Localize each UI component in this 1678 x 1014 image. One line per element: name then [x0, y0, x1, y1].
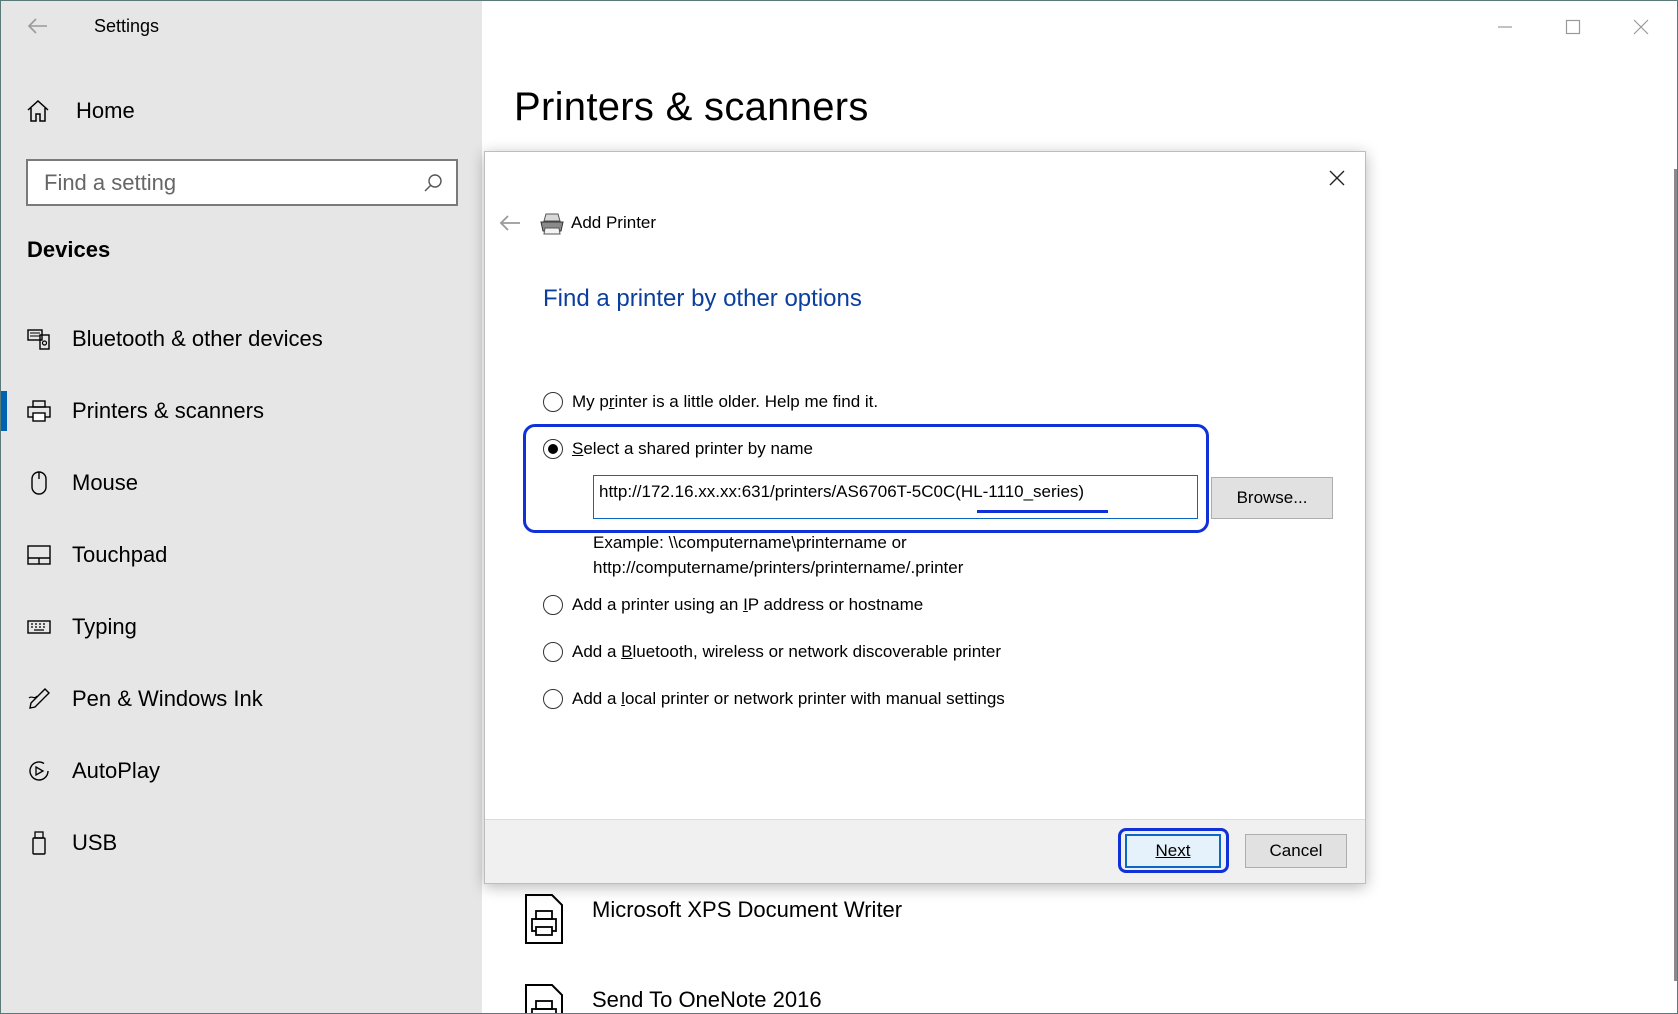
sidebar: Settings Home Devices Bluetooth & other …	[1, 1, 482, 1013]
option-label: My printer is a little older. Help me fi…	[572, 392, 879, 411]
underline-annotation	[977, 510, 1108, 513]
example-text: Example: \\computername\printername or h…	[593, 530, 963, 580]
radio-button-selected[interactable]	[543, 439, 563, 459]
usb-icon	[25, 829, 53, 857]
radio-button[interactable]	[543, 642, 563, 662]
next-label: Next	[1155, 841, 1191, 860]
touchpad-icon	[25, 541, 53, 569]
back-arrow-icon[interactable]	[25, 13, 51, 39]
bluetooth-devices-icon	[25, 325, 53, 353]
home-link[interactable]: Home	[25, 93, 135, 129]
option-local-printer[interactable]: Add a local printer or network printer w…	[543, 689, 1005, 709]
option-bluetooth-wireless[interactable]: Add a Bluetooth, wireless or network dis…	[543, 642, 1001, 662]
sidebar-item-autoplay[interactable]: AutoPlay	[1, 735, 482, 807]
add-printer-dialog: Add Printer Find a printer by other opti…	[484, 151, 1366, 884]
autoplay-icon	[25, 757, 53, 785]
section-heading: Devices	[27, 237, 111, 262]
sidebar-item-touchpad[interactable]: Touchpad	[1, 519, 482, 591]
search-icon[interactable]	[422, 172, 444, 194]
option-label: Add a local printer or network printer w…	[572, 689, 1005, 708]
printer-name: Send To OneNote 2016	[592, 987, 822, 1012]
dialog-back-button[interactable]	[495, 208, 525, 238]
sidebar-item-label: Bluetooth & other devices	[72, 326, 323, 351]
sidebar-nav: Bluetooth & other devices Printers & sca…	[1, 303, 482, 879]
example-line: Example: \\computername\printername or	[593, 533, 907, 552]
maximize-icon	[1565, 19, 1581, 35]
printer-document-icon	[525, 894, 563, 944]
keyboard-icon	[25, 613, 53, 641]
sidebar-item-label: AutoPlay	[72, 758, 161, 783]
radio-button[interactable]	[543, 595, 563, 615]
sidebar-item-mouse[interactable]: Mouse	[1, 447, 482, 519]
printer-icon	[25, 397, 53, 425]
sidebar-item-label: Typing	[72, 614, 137, 639]
search-input[interactable]	[44, 169, 422, 196]
title-bar: Settings	[1, 1, 482, 53]
sidebar-item-printers[interactable]: Printers & scanners	[1, 375, 482, 447]
maximize-button[interactable]	[1550, 9, 1596, 45]
close-icon	[1633, 19, 1649, 35]
printer-url-input[interactable]: http://172.16.xx.xx:631/printers/AS6706T…	[593, 475, 1198, 519]
printer-icon	[540, 213, 564, 235]
minimize-button[interactable]	[1482, 9, 1528, 45]
option-label: Select a shared printer by name	[572, 439, 813, 458]
home-icon	[27, 99, 49, 122]
example-line: http://computername/printers/printername…	[593, 558, 964, 577]
sidebar-item-typing[interactable]: Typing	[1, 591, 482, 663]
search-box[interactable]	[26, 159, 458, 206]
minimize-icon	[1498, 26, 1512, 28]
close-window-button[interactable]	[1618, 9, 1664, 45]
option-shared-printer[interactable]: Select a shared printer by name	[543, 439, 813, 459]
page-title: Printers & scanners	[514, 85, 869, 129]
dialog-title: Add Printer	[571, 213, 657, 232]
next-button[interactable]: Next	[1125, 834, 1221, 868]
sidebar-item-label: Mouse	[72, 470, 139, 495]
radio-button[interactable]	[543, 689, 563, 709]
scrollbar[interactable]	[1674, 169, 1677, 981]
printer-name: Microsoft XPS Document Writer	[592, 897, 903, 922]
option-label: Add a Bluetooth, wireless or network dis…	[572, 642, 1002, 661]
browse-button[interactable]: Browse...	[1211, 477, 1333, 519]
dialog-close-button[interactable]	[1319, 162, 1355, 194]
printer-list-item[interactable]: Send To OneNote 2016	[522, 983, 822, 1013]
sidebar-item-usb[interactable]: USB	[1, 807, 482, 879]
settings-window: Settings Home Devices Bluetooth & other …	[0, 0, 1678, 1014]
sidebar-item-label: Printers & scanners	[72, 398, 264, 423]
sidebar-item-label: USB	[72, 830, 118, 855]
option-older-printer[interactable]: My printer is a little older. Help me fi…	[543, 392, 878, 412]
back-arrow-icon	[499, 215, 520, 231]
sidebar-item-label: Pen & Windows Ink	[72, 686, 263, 711]
app-title: Settings	[94, 16, 160, 36]
sidebar-item-label: Touchpad	[72, 542, 168, 567]
sidebar-item-bluetooth[interactable]: Bluetooth & other devices	[1, 303, 482, 375]
dialog-footer: Next Cancel	[485, 819, 1365, 883]
mouse-icon	[25, 469, 53, 497]
radio-button[interactable]	[543, 392, 563, 412]
sidebar-item-pen[interactable]: Pen & Windows Ink	[1, 663, 482, 735]
home-label: Home	[76, 98, 135, 123]
dialog-heading: Find a printer by other options	[543, 285, 862, 312]
option-ip-address[interactable]: Add a printer using an IP address or hos…	[543, 595, 923, 615]
close-icon	[1329, 170, 1345, 186]
pen-icon	[25, 685, 53, 713]
option-label: Add a printer using an IP address or hos…	[572, 595, 924, 614]
printer-list-item[interactable]: Microsoft XPS Document Writer	[522, 893, 902, 945]
printer-document-icon	[525, 984, 563, 1013]
printer-url-value: http://172.16.xx.xx:631/printers/AS6706T…	[599, 482, 1085, 501]
cancel-button[interactable]: Cancel	[1245, 834, 1347, 868]
